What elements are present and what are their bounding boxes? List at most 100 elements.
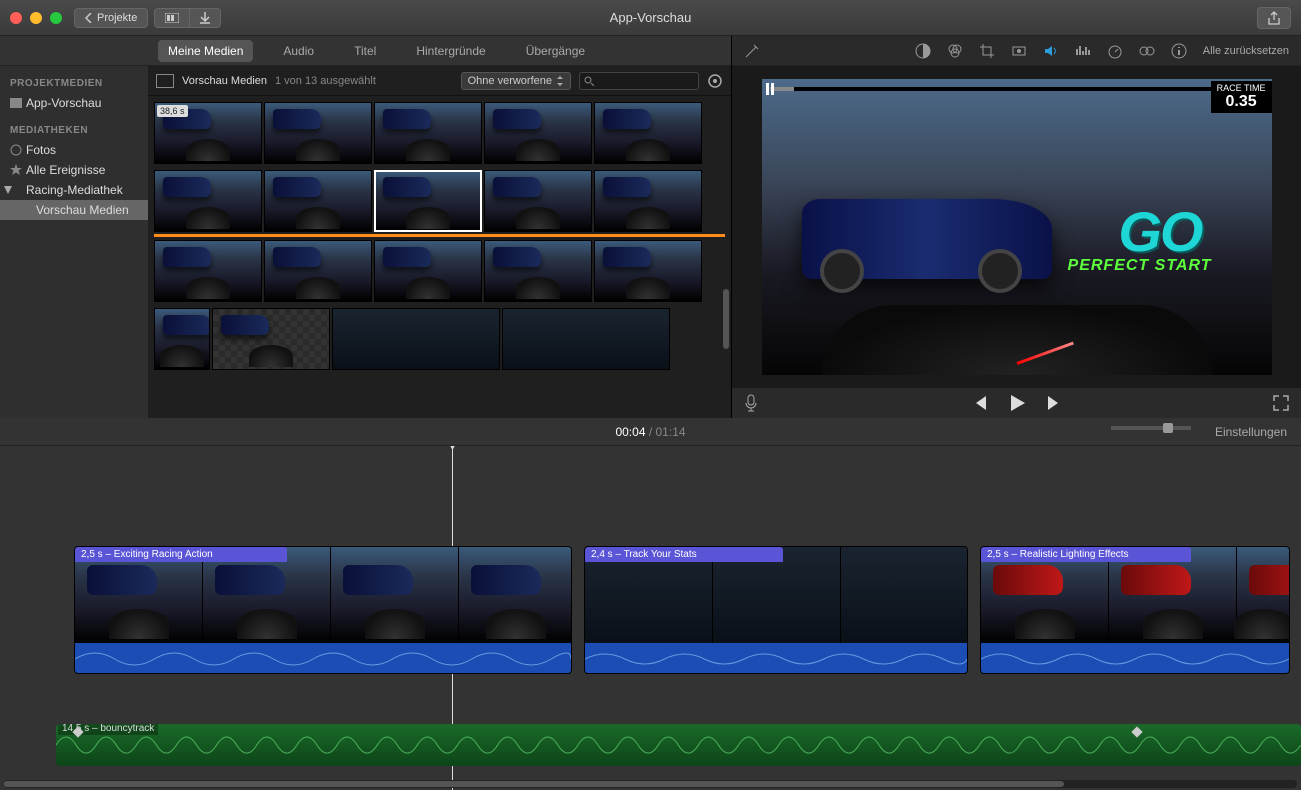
media-thumb[interactable] xyxy=(594,102,702,164)
flower-icon xyxy=(10,144,22,156)
search-field[interactable] xyxy=(579,72,699,90)
media-thumb[interactable] xyxy=(594,170,702,232)
import-button[interactable] xyxy=(190,8,221,28)
media-thumb[interactable] xyxy=(484,102,592,164)
vertical-scrollbar[interactable] xyxy=(723,289,729,349)
speed-icon[interactable] xyxy=(1107,43,1123,59)
media-thumb[interactable] xyxy=(374,240,482,302)
video-clip[interactable]: 2,4 s – Track Your Stats xyxy=(584,546,968,674)
crop-icon[interactable] xyxy=(979,43,995,59)
race-time-hud: RACE TIME 0.35 xyxy=(1211,81,1272,113)
volume-icon[interactable] xyxy=(1043,43,1059,59)
pause-indicator-icon xyxy=(766,83,778,95)
filmstrip-icon xyxy=(165,13,179,23)
updown-icon xyxy=(556,76,564,86)
sidebar-event-selected[interactable]: Vorschau Medien xyxy=(0,200,148,220)
video-clip[interactable]: 2,5 s – Exciting Racing Action xyxy=(74,546,572,674)
fullscreen-icon[interactable] xyxy=(1273,395,1289,411)
minimize-window-button[interactable] xyxy=(30,12,42,24)
tab-titles[interactable]: Titel xyxy=(344,40,386,62)
media-thumb-stats[interactable] xyxy=(502,308,670,370)
titlebar: Projekte App-Vorschau xyxy=(0,0,1301,36)
window-title: App-Vorschau xyxy=(610,10,692,25)
color-correction-icon[interactable] xyxy=(947,43,963,59)
timeline-header: 00:04 / 01:14 Einstellungen xyxy=(0,418,1301,446)
zoom-slider[interactable] xyxy=(1111,426,1191,430)
video-viewer[interactable]: RACE TIME 0.35 GO PERFECT START xyxy=(732,66,1301,388)
tab-backgrounds[interactable]: Hintergründe xyxy=(406,40,495,62)
title-overlay-chip[interactable]: 2,4 s – Track Your Stats xyxy=(585,547,783,562)
video-track: 2,5 s – Exciting Racing Action 2,4 s – T… xyxy=(74,522,1291,682)
filter-dropdown[interactable]: Ohne verworfene xyxy=(461,72,571,90)
sidebar-project-item[interactable]: App-Vorschau xyxy=(0,93,148,113)
media-thumb-stats[interactable] xyxy=(332,308,500,370)
tab-my-media[interactable]: Meine Medien xyxy=(158,40,253,62)
thumbnail-grid: 38,6 s xyxy=(148,96,731,418)
info-icon[interactable] xyxy=(1171,43,1187,59)
media-thumb[interactable] xyxy=(212,308,330,370)
sidebar-photos[interactable]: Fotos xyxy=(0,140,148,160)
media-thumb[interactable] xyxy=(154,170,262,232)
voiceover-mic-icon[interactable] xyxy=(744,394,758,412)
media-thumb[interactable] xyxy=(374,102,482,164)
magic-wand-icon[interactable] xyxy=(744,43,760,59)
timeline-body[interactable]: 2,5 s – Exciting Racing Action 2,4 s – T… xyxy=(0,446,1301,790)
view-mode-group xyxy=(154,8,221,28)
go-text: GO xyxy=(1118,199,1201,264)
media-panel: Meine Medien Audio Titel Hintergründe Üb… xyxy=(0,36,732,418)
traffic-lights xyxy=(10,12,62,24)
audio-clip[interactable]: 14,5 s – bouncytrack xyxy=(56,724,1301,766)
reset-all-link[interactable]: Alle zurücksetzen xyxy=(1203,45,1289,57)
stabilize-icon[interactable] xyxy=(1011,43,1027,59)
disclosure-triangle-icon xyxy=(4,186,12,194)
fullscreen-window-button[interactable] xyxy=(50,12,62,24)
play-button[interactable] xyxy=(1008,394,1026,412)
share-button[interactable] xyxy=(1257,7,1291,29)
media-thumb[interactable] xyxy=(484,240,592,302)
tab-audio[interactable]: Audio xyxy=(273,40,324,62)
chevron-left-icon xyxy=(85,13,93,23)
duration-badge: 38,6 s xyxy=(157,105,188,117)
next-button[interactable] xyxy=(1046,396,1062,410)
media-thumb[interactable] xyxy=(484,170,592,232)
color-balance-icon[interactable] xyxy=(915,43,931,59)
sidebar-library[interactable]: Racing-Mediathek xyxy=(0,180,148,200)
media-thumb[interactable] xyxy=(264,240,372,302)
audio-waveform xyxy=(56,724,1301,766)
share-icon xyxy=(1268,11,1280,25)
sidebar-heading-libraries: MEDIATHEKEN xyxy=(0,121,148,140)
tab-transitions[interactable]: Übergänge xyxy=(516,40,595,62)
filmstrip-view-button[interactable] xyxy=(154,8,190,28)
sidebar-all-events[interactable]: Alle Ereignisse xyxy=(0,160,148,180)
media-browser: Vorschau Medien 1 von 13 ausgewählt Ohne… xyxy=(148,66,731,418)
media-thumb[interactable]: 38,6 s xyxy=(154,102,262,164)
viewer-panel: Alle zurücksetzen RACE TIME 0.35 GO PERF… xyxy=(732,36,1301,418)
inspector-bar: Alle zurücksetzen xyxy=(732,36,1301,66)
title-overlay-chip[interactable]: 2,5 s – Exciting Racing Action xyxy=(75,547,287,562)
perfect-start-text: PERFECT START xyxy=(1068,257,1212,275)
media-thumb[interactable] xyxy=(154,240,262,302)
effects-icon[interactable] xyxy=(1139,43,1155,59)
media-thumb-selected[interactable] xyxy=(374,170,482,232)
back-to-projects-button[interactable]: Projekte xyxy=(74,8,148,28)
video-clip[interactable]: 2,5 s – Realistic Lighting Effects xyxy=(980,546,1290,674)
title-overlay-chip[interactable]: 2,5 s – Realistic Lighting Effects xyxy=(981,547,1191,562)
audio-track: 14,5 s – bouncytrack xyxy=(56,712,1301,770)
close-window-button[interactable] xyxy=(10,12,22,24)
media-thumb[interactable] xyxy=(264,170,372,232)
clip-audio-waveform xyxy=(981,643,1289,674)
media-thumb[interactable] xyxy=(154,308,210,370)
download-arrow-icon xyxy=(200,12,210,24)
transport-controls xyxy=(732,388,1301,418)
noise-reduction-icon[interactable] xyxy=(1075,43,1091,59)
timeline-settings-button[interactable]: Einstellungen xyxy=(1215,425,1301,439)
media-thumb[interactable] xyxy=(594,240,702,302)
horizontal-scrollbar[interactable] xyxy=(4,780,1297,788)
sidebar-heading-project: Projektmedien xyxy=(0,74,148,93)
sidebar-toggle-icon[interactable] xyxy=(156,74,174,88)
prev-button[interactable] xyxy=(972,396,988,410)
viewer-scrubber[interactable] xyxy=(770,87,1264,91)
media-thumb[interactable] xyxy=(264,102,372,164)
gear-icon[interactable] xyxy=(707,73,723,89)
clapper-icon xyxy=(10,98,22,108)
